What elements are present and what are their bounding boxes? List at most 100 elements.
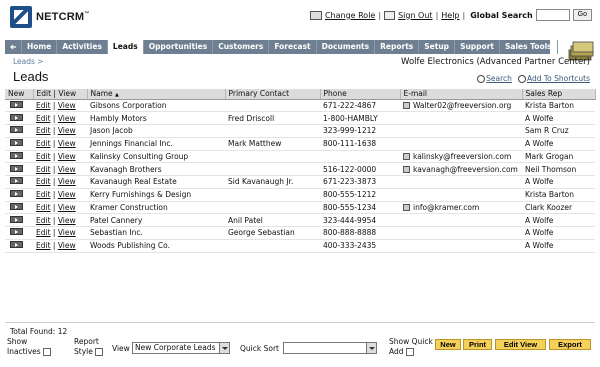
show-quick-add-checkbox[interactable] <box>405 348 414 356</box>
change-role-link[interactable]: Change Role <box>325 11 375 20</box>
open-record-icon[interactable] <box>10 126 23 134</box>
email-cell: Walter02@freeversion.org <box>400 99 522 113</box>
primary-contact: Sid Kavanaugh Jr. <box>225 175 320 189</box>
tab-support[interactable]: Support <box>455 40 500 54</box>
edit-link[interactable]: Edit <box>36 126 51 135</box>
edit-link[interactable]: Edit <box>36 114 51 123</box>
view-link[interactable]: View <box>58 126 76 135</box>
print-button[interactable]: Print <box>463 339 492 350</box>
open-record-icon[interactable] <box>10 164 23 172</box>
tab-sales-tools[interactable]: Sales Tools <box>500 40 558 54</box>
column-name-label: Name <box>90 89 113 99</box>
add-shortcut-action[interactable]: Add To Shortcuts <box>517 74 590 83</box>
column-name[interactable]: Name ▲ <box>87 89 226 100</box>
quick-sort-select[interactable] <box>283 342 377 354</box>
tab-opportunities[interactable]: Opportunities <box>144 40 214 54</box>
email-icon[interactable] <box>403 102 410 110</box>
show-quick-add-group: Show Quick Add <box>389 337 433 357</box>
show-inactives-group: Show Inactives <box>7 337 51 357</box>
view-link[interactable]: View <box>58 241 76 250</box>
view-link[interactable]: View <box>58 216 76 225</box>
open-record-icon[interactable] <box>10 202 23 210</box>
column-email[interactable]: E-mail <box>400 89 523 100</box>
column-phone[interactable]: Phone <box>320 89 401 100</box>
open-record-icon[interactable] <box>10 151 23 159</box>
tab-reports[interactable]: Reports <box>375 40 420 54</box>
view-link[interactable]: View <box>58 203 76 212</box>
table-row: Edit | View Jason Jacob 323-999-1212 Sam R … <box>5 124 595 138</box>
sign-out-link[interactable]: Sign Out <box>398 11 433 20</box>
sales-rep: A Wolfe <box>522 175 595 189</box>
sales-rep: Clark Koozer <box>522 201 595 215</box>
separator: | <box>52 164 56 174</box>
column-primary-contact[interactable]: Primary Contact <box>225 89 321 100</box>
tab-customers[interactable]: Customers <box>213 40 270 54</box>
sales-rep: Krista Barton <box>522 99 595 113</box>
open-record-icon[interactable] <box>10 100 23 108</box>
add-to-shortcuts-link[interactable]: Add To Shortcuts <box>527 74 590 83</box>
column-new: New <box>5 89 34 100</box>
search-action[interactable]: Search <box>477 74 512 83</box>
phone: 671-223-3873 <box>320 175 400 189</box>
phone: 400-333-2435 <box>320 239 400 253</box>
help-link[interactable]: Help <box>441 11 459 20</box>
open-record-icon[interactable] <box>10 139 23 147</box>
show-inactives-checkbox[interactable] <box>42 348 51 356</box>
email: kavanagh@freeversion.com <box>413 164 518 174</box>
edit-view-button[interactable]: Edit View <box>495 339 546 350</box>
view-link[interactable]: View <box>58 177 76 186</box>
new-cell <box>5 201 33 215</box>
edit-link[interactable]: Edit <box>36 139 51 148</box>
view-link[interactable]: View <box>58 114 76 123</box>
open-record-icon[interactable] <box>10 241 23 249</box>
edit-link[interactable]: Edit <box>36 203 51 212</box>
new-button[interactable]: New <box>435 339 461 350</box>
edit-link[interactable]: Edit <box>36 228 51 237</box>
export-button[interactable]: Export <box>549 339 591 350</box>
home-arrow-icon[interactable] <box>5 40 22 54</box>
edit-link[interactable]: Edit <box>36 241 51 250</box>
tab-setup[interactable]: Setup <box>419 40 456 54</box>
email-icon[interactable] <box>403 166 410 174</box>
global-search-input[interactable] <box>535 9 570 21</box>
edit-link[interactable]: Edit <box>36 177 51 186</box>
phone: 800-555-1212 <box>320 188 400 202</box>
view-link[interactable]: View <box>58 228 76 237</box>
edit-link[interactable]: Edit <box>36 190 51 199</box>
open-record-icon[interactable] <box>10 177 23 185</box>
edit-link[interactable]: Edit <box>36 101 51 110</box>
table-row: Edit | View Jennings Financial Inc. Mark M… <box>5 137 595 151</box>
report-style-checkbox[interactable] <box>94 348 103 356</box>
open-record-icon[interactable] <box>10 228 23 236</box>
breadcrumb[interactable]: Leads > <box>13 57 44 66</box>
tab-documents[interactable]: Documents <box>317 40 376 54</box>
email-cell <box>400 188 522 202</box>
primary-contact <box>225 99 320 113</box>
edit-link[interactable]: Edit <box>36 216 51 225</box>
search-link[interactable]: Search <box>486 74 512 83</box>
view-link[interactable]: View <box>58 190 76 199</box>
edit-view-cell: Edit | View <box>33 201 87 215</box>
view-select[interactable]: New Corporate Leads <box>132 342 230 354</box>
view-link[interactable]: View <box>58 165 76 174</box>
tab-forecast[interactable]: Forecast <box>269 40 317 54</box>
netcrm-logo[interactable]: NETCRM™ <box>10 6 89 28</box>
edit-link[interactable]: Edit <box>36 165 51 174</box>
edit-link[interactable]: Edit <box>36 152 51 161</box>
phone: 516-122-0000 <box>320 162 400 176</box>
view-link[interactable]: View <box>58 152 76 161</box>
view-link[interactable]: View <box>58 139 76 148</box>
open-record-icon[interactable] <box>10 113 23 121</box>
tab-activities[interactable]: Activities <box>57 40 108 54</box>
new-cell <box>5 162 33 176</box>
open-record-icon[interactable] <box>10 215 23 223</box>
go-button[interactable]: Go <box>572 9 592 21</box>
open-record-icon[interactable] <box>10 190 23 198</box>
email-icon[interactable] <box>403 153 410 161</box>
tab-home[interactable]: Home <box>22 40 58 54</box>
tab-leads[interactable]: Leads <box>107 40 144 54</box>
email-icon[interactable] <box>403 204 410 212</box>
add-label: Add <box>389 347 404 356</box>
column-sales-rep[interactable]: Sales Rep <box>522 89 596 100</box>
view-link[interactable]: View <box>58 101 76 110</box>
